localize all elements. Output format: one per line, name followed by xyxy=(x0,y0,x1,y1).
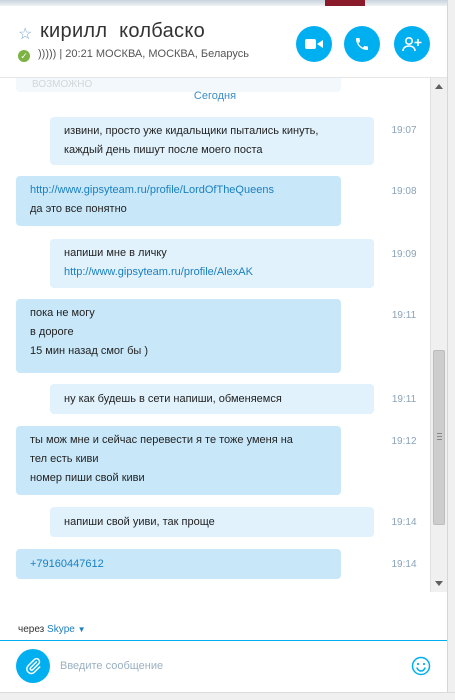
message-link[interactable]: http://www.gipsyteam.ru/profile/AlexAK xyxy=(64,266,253,278)
emoticon-icon[interactable] xyxy=(410,655,432,677)
message-text: в дороге xyxy=(30,326,74,338)
send-via-label: через xyxy=(18,624,45,635)
scroll-down-arrow-icon[interactable] xyxy=(435,581,443,586)
message-text: ты мож мне и сейчас перевести я те тоже … xyxy=(30,434,293,446)
add-person-icon xyxy=(402,36,422,52)
online-status-icon: ✓ xyxy=(18,50,30,62)
send-via-skype-link[interactable]: Skype xyxy=(47,624,75,635)
message-text: напиши мне в личку xyxy=(64,247,167,259)
message-timestamp: 19:11 xyxy=(391,310,417,321)
paperclip-icon xyxy=(26,657,41,675)
video-icon xyxy=(305,39,323,49)
message-bubble-outgoing[interactable]: извини, просто уже кидальщики пытались к… xyxy=(50,117,374,165)
message-timestamp: 19:07 xyxy=(391,125,417,136)
message-text: пока не могу xyxy=(30,307,95,319)
window-right-edge xyxy=(447,0,455,700)
message-text: извини, просто уже кидальщики пытались к… xyxy=(64,125,319,137)
message-timestamp: 19:12 xyxy=(391,436,417,447)
message-bubble-outgoing[interactable]: напиши свой уиви, так проще xyxy=(50,507,374,537)
message-timestamp: 19:09 xyxy=(391,249,417,260)
add-contact-button[interactable] xyxy=(394,26,430,62)
message-timestamp: 19:14 xyxy=(391,559,417,570)
message-composer xyxy=(0,640,447,692)
send-via-selector[interactable]: через Skype ▼ xyxy=(18,624,86,635)
message-bubble-incoming[interactable]: ты мож мне и сейчас перевести я те тоже … xyxy=(16,426,341,495)
message-text: тел есть киви xyxy=(30,453,99,465)
window-bottom-edge xyxy=(0,692,455,700)
message-timestamp: 19:11 xyxy=(391,394,417,405)
scroll-up-arrow-icon[interactable] xyxy=(435,84,443,89)
audio-call-button[interactable] xyxy=(344,26,380,62)
scrollbar-thumb[interactable] xyxy=(433,350,445,525)
message-text: 15 мин назад смог бы ) xyxy=(30,345,149,357)
favorite-star-icon[interactable]: ☆ xyxy=(18,24,32,44)
chevron-down-icon[interactable]: ▼ xyxy=(78,625,86,634)
contact-name[interactable]: кирилл колбаско xyxy=(40,20,205,43)
date-divider: Сегодня xyxy=(193,90,237,102)
message-text: ну как будешь в сети напиши, обменяемся xyxy=(64,393,282,405)
message-text: каждый день пишут после моего поста xyxy=(64,144,263,156)
chat-scrollbar[interactable] xyxy=(430,78,447,592)
video-call-button[interactable] xyxy=(296,26,332,62)
message-text: да это все понятно xyxy=(30,203,127,215)
attach-file-button[interactable] xyxy=(16,649,50,683)
message-link[interactable]: +79160447612 xyxy=(30,558,104,570)
contact-mood-location: ))))) | 20:21 МОСКВА, МОСКВА, Беларусь xyxy=(38,48,249,60)
message-text: напиши свой уиви, так проще xyxy=(64,516,215,528)
phone-icon xyxy=(356,38,368,50)
message-history[interactable]: ВОЗМОЖНО Сегодня извини, просто уже кида… xyxy=(0,78,430,592)
conversation-header: ☆ кирилл колбаско ✓ ))))) | 20:21 МОСКВА… xyxy=(0,6,447,78)
message-input[interactable] xyxy=(60,651,400,681)
message-timestamp: 19:14 xyxy=(391,517,417,528)
message-bubble-incoming[interactable]: пока не могу в дороге 15 мин назад смог … xyxy=(16,299,341,373)
message-bubble-incoming[interactable]: +79160447612 xyxy=(16,549,341,579)
message-bubble-incoming[interactable]: http://www.gipsyteam.ru/profile/LordOfTh… xyxy=(16,176,341,226)
message-bubble-outgoing[interactable]: напиши мне в личку http://www.gipsyteam.… xyxy=(50,239,374,288)
message-text: номер пиши свой киви xyxy=(30,472,145,484)
message-link[interactable]: http://www.gipsyteam.ru/profile/LordOfTh… xyxy=(30,184,274,196)
message-timestamp: 19:08 xyxy=(391,186,417,197)
message-bubble-outgoing[interactable]: ну как будешь в сети напиши, обменяемся xyxy=(50,384,374,414)
